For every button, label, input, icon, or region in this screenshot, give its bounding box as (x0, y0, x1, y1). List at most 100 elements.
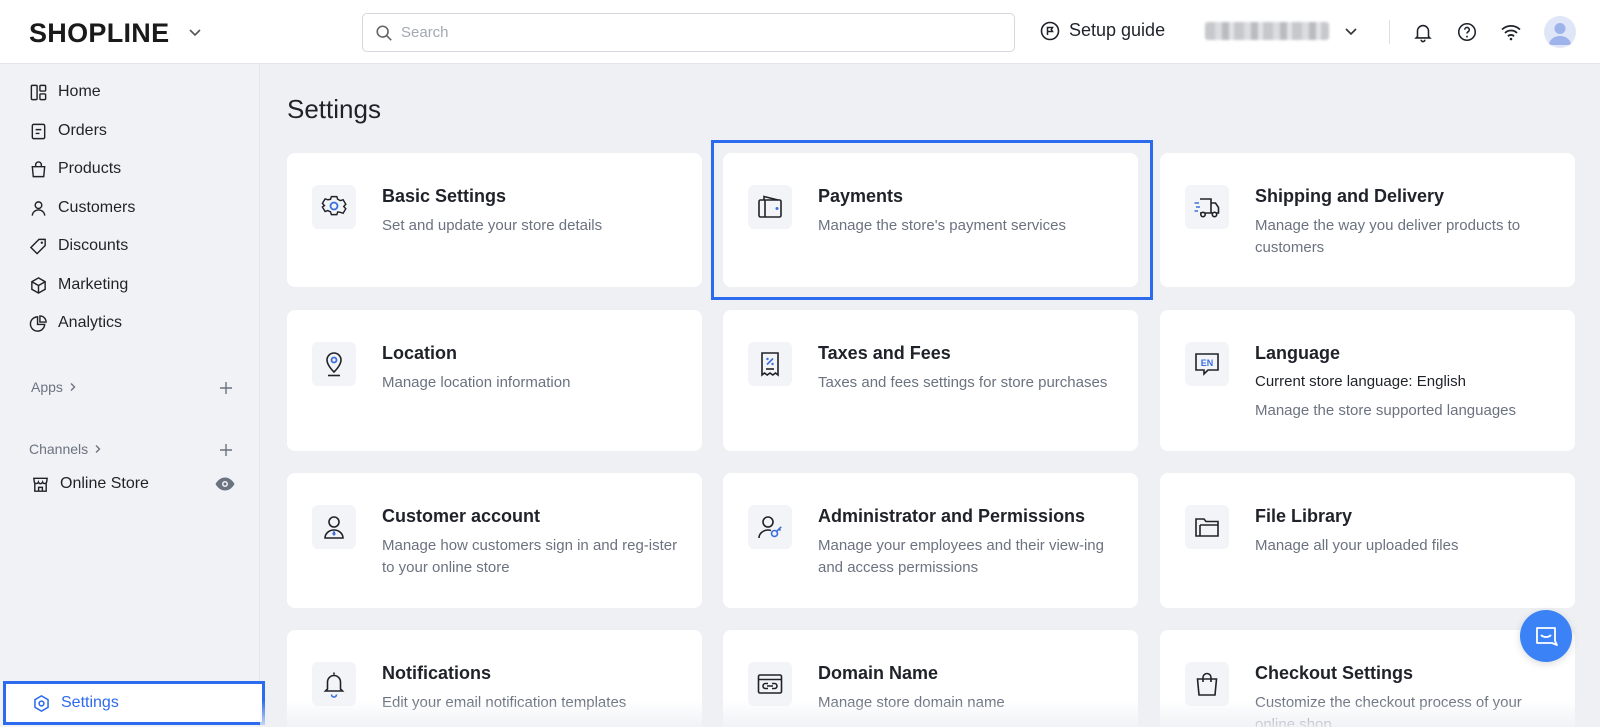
card-title: Payments (818, 186, 904, 206)
sidebar-item-online-store[interactable]: Online Store (31, 470, 149, 498)
channels-section-label[interactable]: Channels (29, 441, 103, 457)
search-bar[interactable] (362, 13, 1015, 52)
card-file-library[interactable]: File Library Manage all your uploaded fi… (1160, 473, 1575, 608)
help-icon[interactable] (1455, 20, 1479, 44)
sidebar: Home Orders Products Customers Discounts… (0, 64, 260, 727)
gear-icon (312, 185, 356, 229)
card-domain-name[interactable]: Domain Name Manage store domain name (723, 630, 1138, 727)
header-divider (1389, 20, 1390, 44)
domain-link-icon (748, 662, 792, 706)
card-description: Taxes and fees settings for store purcha… (818, 374, 1108, 391)
truck-icon (1185, 185, 1229, 229)
sidebar-item-orders[interactable]: Orders (29, 117, 107, 145)
chevron-right-icon (70, 383, 76, 391)
store-switcher[interactable] (1205, 22, 1359, 40)
sidebar-item-label: Orders (58, 122, 107, 139)
current-language: Current store language: English (1255, 373, 1466, 390)
card-title: Domain Name (818, 663, 939, 683)
card-description: Manage your employees and their view-ing… (818, 537, 1104, 576)
bell-icon[interactable] (1411, 20, 1435, 44)
card-checkout-settings[interactable]: Checkout Settings Customize the checkout… (1160, 630, 1575, 727)
card-title: Notifications (382, 663, 492, 683)
sidebar-item-label: Customers (58, 199, 136, 216)
admin-key-icon (748, 505, 792, 549)
apps-label-text: Apps (31, 379, 63, 395)
store-icon (33, 477, 48, 492)
card-title: Shipping and Delivery (1255, 186, 1445, 206)
sidebar-item-marketing[interactable]: Marketing (29, 271, 128, 299)
card-payments[interactable]: Payments Manage the store's payment serv… (723, 153, 1138, 287)
add-app-icon[interactable] (218, 380, 234, 396)
chevron-down-icon (1345, 28, 1357, 36)
card-notifications[interactable]: Notifications Edit your email notificati… (287, 630, 702, 727)
page-title: Settings (287, 94, 381, 124)
card-title: Language (1255, 343, 1341, 363)
sidebar-item-label: Discounts (58, 237, 129, 254)
chat-launcher-button[interactable] (1520, 610, 1572, 662)
sidebar-item-label: Online Store (60, 475, 149, 492)
location-pin-icon (312, 342, 356, 386)
card-location[interactable]: Location Manage location information (287, 310, 702, 451)
card-title: Location (382, 343, 457, 363)
setup-guide-button[interactable]: Setup guide (1040, 20, 1165, 41)
sidebar-item-label: Home (58, 83, 101, 100)
products-icon (31, 160, 46, 177)
card-description: Manage location information (382, 374, 571, 391)
sidebar-item-home[interactable]: Home (29, 78, 101, 106)
marketing-icon (31, 276, 46, 294)
card-basic-settings[interactable]: Basic Settings Set and update your store… (287, 153, 702, 287)
card-description: Manage how customers sign in and reg-ist… (382, 537, 678, 576)
card-description: Manage the store's payment services (818, 217, 1066, 234)
folder-icon (1185, 505, 1229, 549)
card-title: Checkout Settings (1255, 663, 1414, 683)
orders-icon (31, 123, 46, 139)
sidebar-item-settings[interactable]: Settings (3, 681, 265, 725)
card-description: Manage all your uploaded files (1255, 537, 1459, 554)
shopping-bag-icon (1185, 662, 1229, 706)
sidebar-item-analytics[interactable]: Analytics (29, 309, 122, 337)
card-title: Administrator and Permissions (818, 506, 1086, 526)
chat-icon (1536, 627, 1558, 646)
user-icon (312, 505, 356, 549)
card-description: Manage the way you deliver products to c… (1255, 217, 1521, 256)
receipt-icon (748, 342, 792, 386)
chevron-right-icon (95, 445, 101, 453)
flag-icon (1040, 21, 1060, 40)
sidebar-item-discounts[interactable]: Discounts (29, 232, 128, 260)
card-description: Set and update your store details (382, 217, 603, 234)
search-input[interactable] (401, 24, 981, 41)
store-name-blurred (1205, 22, 1329, 40)
sidebar-item-label: Settings (61, 694, 119, 711)
shopline-logo[interactable]: SHOPLINE (29, 18, 169, 49)
card-description: Edit your email notification templates (382, 694, 627, 711)
card-title: Taxes and Fees (818, 343, 951, 363)
channels-label-text: Channels (29, 441, 89, 457)
sidebar-item-products[interactable]: Products (29, 155, 121, 183)
card-taxes-fees[interactable]: Taxes and Fees Taxes and fees settings f… (723, 310, 1138, 451)
wifi-icon[interactable] (1499, 20, 1523, 44)
bell-icon (312, 662, 356, 706)
sidebar-item-customers[interactable]: Customers (29, 194, 135, 222)
card-admin-permissions[interactable]: Administrator and Permissions Manage you… (723, 473, 1138, 608)
card-shipping-delivery[interactable]: Shipping and Delivery Manage the way you… (1160, 153, 1575, 287)
customers-icon (31, 200, 46, 216)
top-bar: SHOPLINE Setup guide (0, 0, 1600, 64)
card-description: Manage store domain name (818, 694, 1005, 711)
card-title: Basic Settings (382, 186, 507, 206)
discounts-icon (29, 238, 46, 255)
search-icon (376, 24, 392, 41)
wallet-icon (748, 185, 792, 229)
add-channel-icon[interactable] (218, 442, 234, 458)
chevron-down-icon[interactable] (187, 24, 203, 40)
eye-icon[interactable] (214, 473, 236, 495)
settings-icon (34, 694, 49, 712)
avatar[interactable] (1544, 16, 1576, 48)
setup-guide-label: Setup guide (1069, 20, 1166, 40)
sidebar-item-label: Marketing (58, 276, 129, 293)
home-icon (30, 84, 47, 100)
card-customer-account[interactable]: Customer account Manage how customers si… (287, 473, 702, 608)
card-language[interactable]: EN Language Current store language: Engl… (1160, 310, 1575, 451)
sidebar-item-label: Products (58, 160, 122, 177)
apps-section-label[interactable]: Apps (31, 379, 78, 395)
svg-text:EN: EN (1201, 358, 1214, 368)
